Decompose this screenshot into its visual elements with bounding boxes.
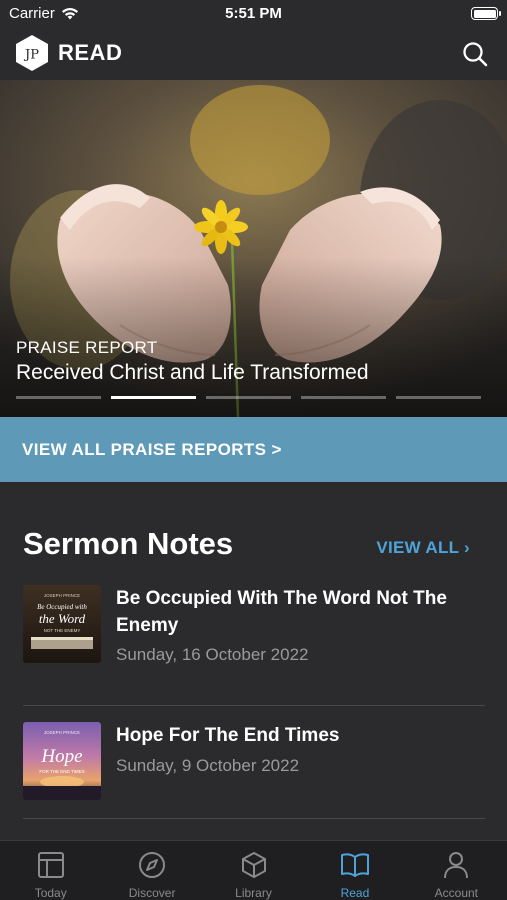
tab-label: Library bbox=[235, 886, 272, 900]
svg-text:the Word: the Word bbox=[39, 611, 86, 626]
tab-bar: Today Discover Library Read Account bbox=[0, 840, 507, 900]
svg-text:JOSEPH PRINCE: JOSEPH PRINCE bbox=[44, 730, 80, 735]
sermon-title: Be Occupied With The Word Not The Enemy bbox=[116, 588, 447, 636]
view-all-sermon-notes-link[interactable]: VIEW ALL › bbox=[376, 538, 470, 558]
svg-text:JOSEPH PRINCE: JOSEPH PRINCE bbox=[44, 593, 80, 598]
carousel-dot[interactable] bbox=[301, 396, 386, 399]
search-icon[interactable] bbox=[461, 40, 489, 68]
tab-discover[interactable]: Discover bbox=[101, 841, 202, 900]
praise-report-carousel[interactable]: PRAISE REPORT Received Christ and Life T… bbox=[0, 80, 507, 417]
sermon-date: Sunday, 9 October 2022 bbox=[116, 756, 300, 775]
status-time: 5:51 PM bbox=[225, 5, 282, 22]
list-divider bbox=[23, 705, 485, 706]
hero-category: PRAISE REPORT bbox=[16, 338, 158, 357]
sermon-thumbnail: JOSEPH PRINCE Hope FOR THE END TIMES bbox=[23, 722, 101, 800]
logo-text: JP bbox=[23, 48, 39, 63]
book-icon bbox=[340, 853, 369, 877]
compass-icon bbox=[139, 852, 166, 878]
page-title: READ bbox=[58, 40, 123, 65]
today-icon bbox=[37, 852, 64, 878]
battery-icon bbox=[471, 7, 501, 20]
tab-label: Account bbox=[434, 886, 478, 900]
tab-label: Discover bbox=[128, 886, 176, 900]
sermon-title: Hope For The End Times bbox=[116, 725, 340, 746]
carousel-dot[interactable] bbox=[111, 396, 196, 399]
section-title: Sermon Notes bbox=[23, 526, 234, 561]
jp-logo: JP bbox=[16, 35, 48, 71]
carousel-dot[interactable] bbox=[16, 396, 101, 399]
tab-account[interactable]: Account bbox=[406, 841, 507, 900]
svg-text:Hope: Hope bbox=[40, 746, 82, 767]
tab-label: Today bbox=[34, 886, 67, 900]
view-all-praise-reports-button[interactable]: VIEW ALL PRAISE REPORTS > bbox=[0, 417, 507, 482]
carousel-indicator bbox=[16, 396, 481, 399]
sermon-thumbnail: JOSEPH PRINCE Be Occupied with the Word … bbox=[23, 585, 101, 663]
status-bar: Carrier 5:51 PM bbox=[0, 0, 507, 28]
svg-text:Be Occupied with: Be Occupied with bbox=[37, 603, 87, 611]
tab-label: Read bbox=[340, 886, 370, 900]
svg-text:FOR THE END TIMES: FOR THE END TIMES bbox=[39, 769, 84, 774]
svg-text:NOT THE ENEMY: NOT THE ENEMY bbox=[44, 628, 81, 633]
view-all-praise-reports-label: VIEW ALL PRAISE REPORTS > bbox=[22, 440, 282, 459]
tab-today[interactable]: Today bbox=[0, 841, 101, 900]
tab-library[interactable]: Library bbox=[203, 841, 304, 900]
carousel-dot[interactable] bbox=[206, 396, 291, 399]
sermon-date: Sunday, 16 October 2022 bbox=[116, 645, 309, 664]
sermon-list-item[interactable]: JOSEPH PRINCE Be Occupied with the Word … bbox=[23, 585, 485, 665]
app-header: JP READ bbox=[0, 28, 507, 80]
sermon-notes-header: Sermon Notes VIEW ALL › bbox=[23, 526, 485, 566]
sermon-list-item[interactable]: JOSEPH PRINCE Hope FOR THE END TIMES Hop… bbox=[23, 722, 485, 802]
person-icon bbox=[444, 852, 469, 879]
tab-read[interactable]: Read bbox=[304, 841, 405, 900]
list-divider bbox=[23, 818, 485, 819]
carousel-dot[interactable] bbox=[396, 396, 481, 399]
cube-icon bbox=[241, 852, 266, 878]
hero-title: Received Christ and Life Transformed bbox=[16, 361, 369, 384]
